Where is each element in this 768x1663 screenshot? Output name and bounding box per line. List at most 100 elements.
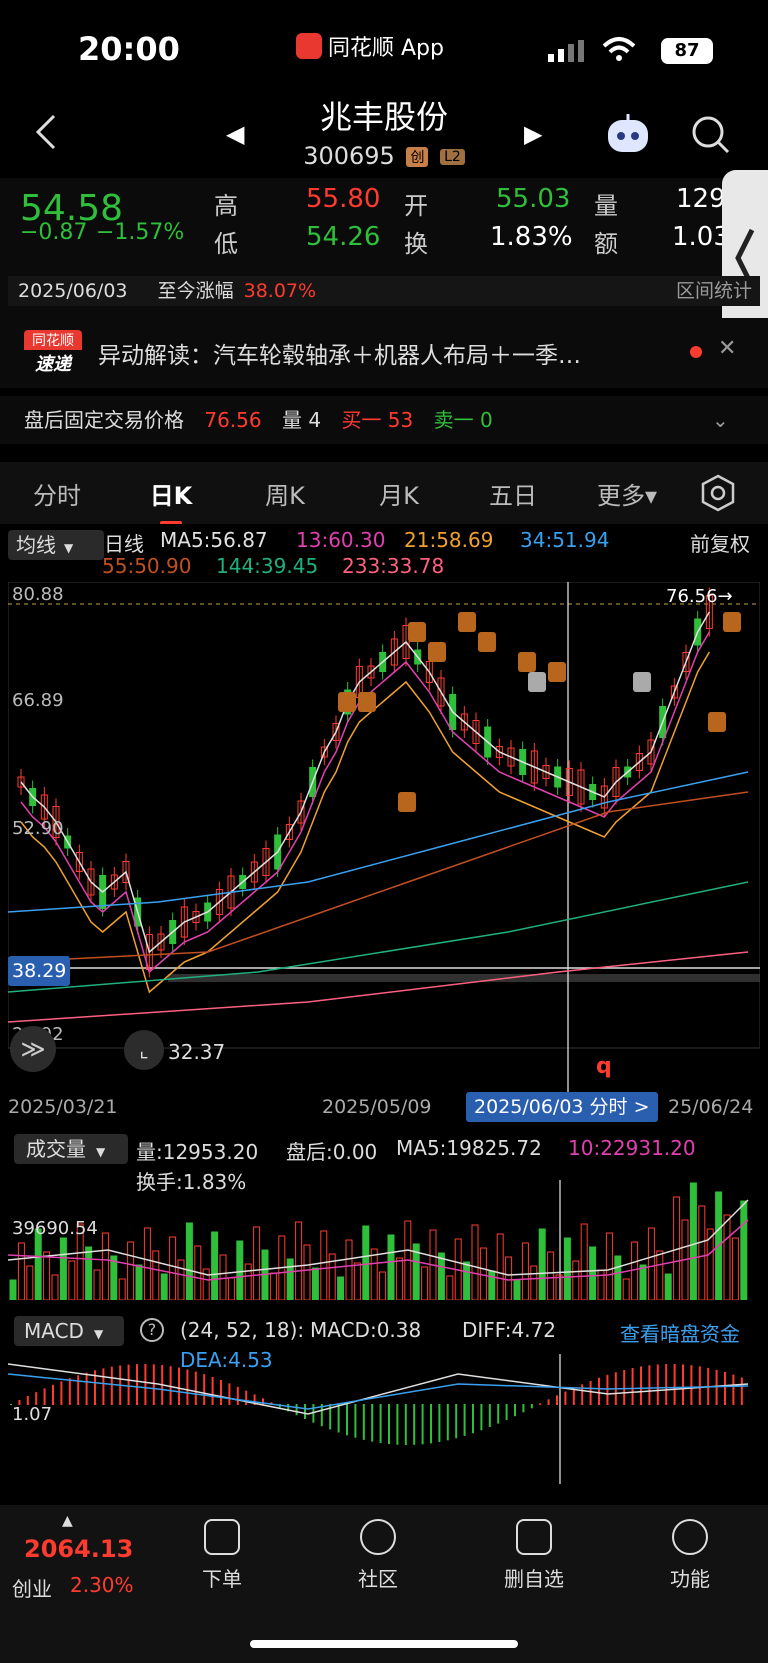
- marker-t: [708, 712, 726, 732]
- volume-bar: [127, 1241, 135, 1300]
- volume-selector-label: 成交量: [26, 1137, 86, 1161]
- amount-label: 额: [594, 230, 618, 258]
- volume-bar: [286, 1258, 294, 1300]
- volume-ma10-line: [8, 1219, 749, 1281]
- order-button[interactable]: 下单: [162, 1519, 282, 1592]
- tab-weekly[interactable]: 周K: [228, 476, 342, 511]
- selected-date-button[interactable]: 2025/06/03 分时 >: [466, 1092, 658, 1122]
- volume-bar: [563, 1237, 571, 1300]
- volume-bar: [152, 1250, 160, 1300]
- tab-more[interactable]: 更多▾: [570, 476, 684, 511]
- status-app-name: 同花顺 App: [328, 36, 444, 61]
- ma55-line: [8, 791, 749, 963]
- tab-intraday[interactable]: 分时: [0, 476, 114, 511]
- volume-axis-label: 39690.54: [12, 1218, 98, 1239]
- kline-chart[interactable]: [8, 582, 760, 1122]
- macd-bar: [102, 1368, 105, 1405]
- macd-bar: [430, 1404, 432, 1444]
- level2-tag: L2: [440, 149, 465, 165]
- tab-five-day[interactable]: 五日: [456, 476, 570, 511]
- volume-bar: [698, 1205, 706, 1300]
- macd-bar: [371, 1404, 374, 1442]
- minus-box-icon: [516, 1519, 552, 1555]
- volume-bar: [337, 1276, 345, 1300]
- macd-bar: [220, 1380, 222, 1405]
- remove-watchlist-button[interactable]: 删自选: [474, 1519, 594, 1592]
- search-icon[interactable]: [690, 114, 732, 156]
- macd-axis-label: 1.07: [12, 1404, 53, 1425]
- macd-bar: [136, 1364, 138, 1405]
- macd-bar: [598, 1377, 600, 1405]
- ma-selector-label: 均线: [16, 533, 56, 557]
- ma144-value: 144:39.45: [216, 554, 319, 578]
- order-label: 下单: [202, 1567, 242, 1591]
- interval-stats-link[interactable]: 区间统计: [676, 276, 752, 306]
- volume-bar: [362, 1225, 370, 1300]
- macd-bar: [346, 1404, 348, 1436]
- macd-bar: [438, 1404, 441, 1443]
- macd-bar: [85, 1372, 88, 1405]
- y-axis-mid: 66.89: [12, 690, 64, 711]
- turnover-label: 换: [404, 230, 428, 258]
- volume-bar: [664, 1273, 672, 1300]
- volume-bar: [521, 1242, 529, 1300]
- current-price-tag: 38.29: [8, 956, 71, 986]
- index-value[interactable]: 2064.13: [24, 1535, 133, 1563]
- volume-selector[interactable]: 成交量 ▼: [14, 1134, 128, 1164]
- volume-bar: [488, 1270, 496, 1300]
- macd-bar: [211, 1376, 214, 1405]
- macd-bar: [245, 1390, 248, 1405]
- help-icon[interactable]: ?: [140, 1318, 164, 1342]
- tab-daily[interactable]: 日K: [114, 476, 228, 525]
- volume-bar: [395, 1257, 403, 1300]
- volume-label: 量: [594, 192, 618, 220]
- volume-bar: [43, 1251, 51, 1300]
- turnover-value: 1.83%: [490, 222, 573, 252]
- macd-selector[interactable]: MACD ▼: [14, 1316, 124, 1346]
- close-icon[interactable]: ✕: [718, 336, 736, 361]
- ma21-value: 21:58.69: [404, 528, 494, 552]
- volume-bar: [311, 1267, 319, 1300]
- dark-pool-link[interactable]: 查看暗盘资金: [620, 1318, 740, 1347]
- volume-bar: [177, 1259, 185, 1300]
- marker-t: [548, 662, 566, 682]
- status-time: 20:00: [78, 30, 180, 68]
- open-value: 55.03: [496, 184, 571, 214]
- volume-bar: [160, 1273, 168, 1300]
- y-axis-low: 52.90: [12, 818, 64, 839]
- volume-after-hours: 盘后:0.00: [286, 1140, 378, 1164]
- since-label: 至今涨幅: [157, 280, 234, 302]
- volume-bar: [572, 1260, 580, 1300]
- macd-bar: [43, 1388, 46, 1405]
- news-text: 异动解读：汽车轮毂轴承＋机器人布局＋一季…: [98, 343, 581, 369]
- board-tag: 创: [406, 147, 429, 167]
- index-pct: 2.30%: [70, 1573, 134, 1597]
- chevron-down-icon[interactable]: ⌄: [712, 396, 729, 444]
- after-hours-label: 盘后固定交易价格: [24, 408, 184, 432]
- order-icon: [204, 1519, 240, 1555]
- after-hours-row[interactable]: 盘后固定交易价格 76.56 量 4 买一 53 卖一 0 ⌄: [0, 396, 768, 444]
- macd-bar: [698, 1366, 701, 1405]
- macd-bar: [724, 1372, 726, 1405]
- functions-button[interactable]: 功能: [630, 1519, 750, 1592]
- volume-bar: [589, 1246, 597, 1300]
- fuquan-button[interactable]: 前复权: [690, 528, 750, 557]
- volume-bar: [85, 1246, 93, 1300]
- settings-hex-icon[interactable]: [698, 473, 738, 513]
- tab-monthly[interactable]: 月K: [342, 476, 456, 511]
- ma-selector[interactable]: 均线 ▼: [8, 530, 104, 560]
- macd-bar: [682, 1364, 684, 1405]
- collapse-left-icon[interactable]: ≫: [10, 1026, 56, 1072]
- community-button[interactable]: 社区: [318, 1519, 438, 1592]
- volume-bar: [530, 1265, 538, 1300]
- news-banner[interactable]: 同花顺 速递 异动解读：汽车轮毂轴承＋机器人布局＋一季… ✕: [0, 318, 768, 388]
- volume-bar: [34, 1228, 42, 1300]
- volume-lines-group: [8, 1199, 749, 1281]
- ma34-value: 34:51.94: [520, 528, 610, 552]
- volume-bar: [731, 1237, 739, 1300]
- volume-bar: [244, 1263, 252, 1300]
- index-up-icon: ▲: [62, 1513, 73, 1529]
- volume-bar: [547, 1251, 555, 1300]
- volume-bar: [9, 1279, 17, 1300]
- robot-assistant-icon[interactable]: [604, 112, 652, 156]
